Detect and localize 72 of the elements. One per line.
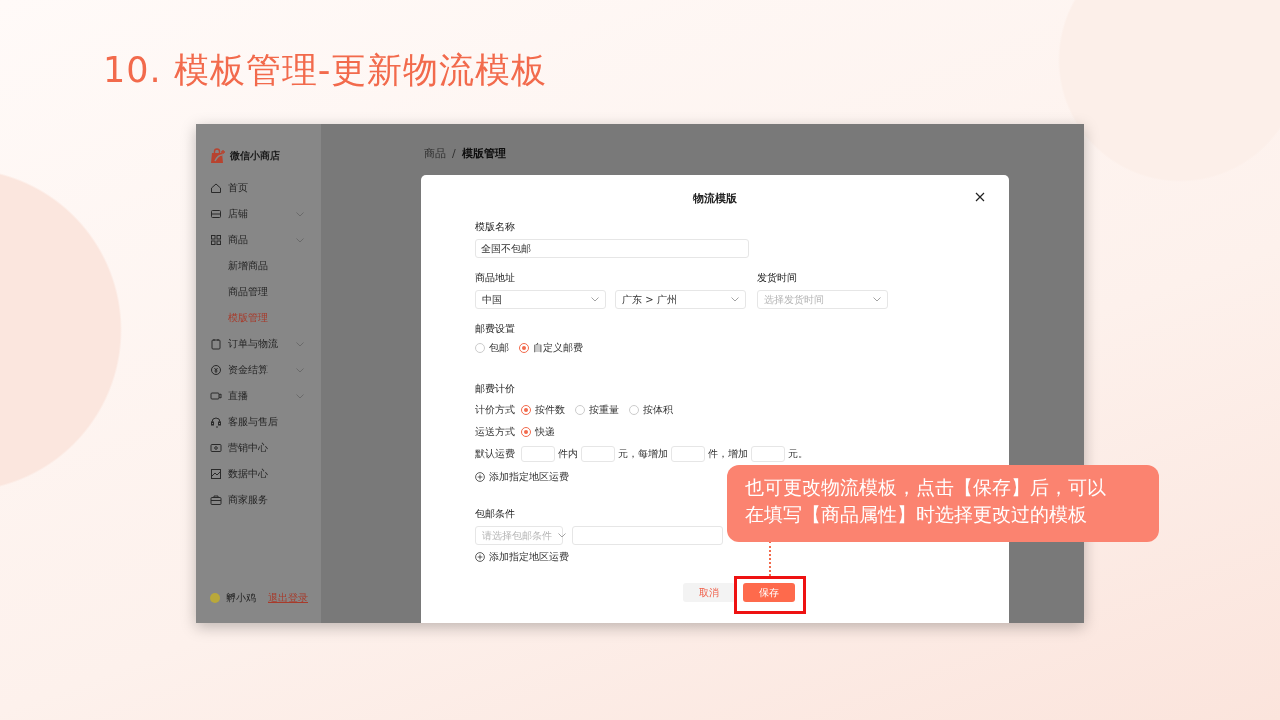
video-camera-icon xyxy=(210,390,222,402)
radio-label: 快递 xyxy=(535,425,555,439)
field-label: 发货时间 xyxy=(757,272,797,284)
nav-item[interactable]: 新增商品 xyxy=(210,253,304,279)
close-button[interactable] xyxy=(975,192,985,202)
add-region-link[interactable]: 添加指定地区运费 xyxy=(475,471,569,483)
breadcrumb-separator: / xyxy=(452,147,456,160)
callout-text: 也可更改物流模板，点击【保存】后，可以在填写【商品属性】时选择更改过的模板 xyxy=(745,475,1107,527)
cancel-button[interactable]: 取消 xyxy=(683,583,735,602)
nav-item[interactable]: 订单与物流 xyxy=(210,331,304,357)
plus-circle-icon xyxy=(475,552,485,562)
brand-name: 微信小商店 xyxy=(230,149,280,163)
field-label: 运送方式 xyxy=(475,425,516,439)
field-label: 计价方式 xyxy=(475,403,516,417)
chevron-down-icon xyxy=(591,297,599,302)
nav-item[interactable]: 资金结算 xyxy=(210,357,304,383)
home-icon xyxy=(210,182,222,194)
radio-label: 按件数 xyxy=(535,403,565,417)
radio-label: 包邮 xyxy=(489,341,509,355)
avatar xyxy=(210,593,220,603)
number-field[interactable] xyxy=(581,446,615,462)
nav-item[interactable]: 客服与售后 xyxy=(210,409,304,435)
radio-label: 按体积 xyxy=(643,403,673,417)
nav-item[interactable]: 首页 xyxy=(210,175,304,201)
clipboard-icon xyxy=(210,338,222,350)
highlight-frame xyxy=(734,576,806,614)
chart-icon xyxy=(210,468,222,480)
chevron-down-icon xyxy=(873,297,881,302)
slide-title: 10. 模板管理-更新物流模板 xyxy=(103,49,549,92)
field-label: 邮费计价 xyxy=(475,383,515,395)
dialog-title: 物流模版 xyxy=(693,191,737,205)
coin-icon xyxy=(210,364,222,376)
briefcase-icon xyxy=(210,494,222,506)
breadcrumb-item: 模版管理 xyxy=(461,146,506,161)
field-label: 邮费设置 xyxy=(475,323,515,335)
ticket-icon xyxy=(210,442,222,454)
nav-item[interactable]: 商品管理 xyxy=(210,279,304,305)
field-label: 包邮条件 xyxy=(475,508,515,520)
breadcrumb-item[interactable]: 商品 xyxy=(424,146,446,161)
plus-circle-icon xyxy=(475,472,485,482)
text-field[interactable] xyxy=(572,526,723,545)
unit-label: 元，每增加 xyxy=(618,447,668,461)
chevron-down-icon xyxy=(731,297,739,302)
shopping-bag-icon xyxy=(210,148,226,164)
field-label: 商品地址 xyxy=(475,272,515,284)
close-icon xyxy=(975,192,985,202)
nav-item[interactable]: 数据中心 xyxy=(210,461,304,487)
user-name: 孵小鸡 xyxy=(226,591,256,605)
radio-label: 自定义邮费 xyxy=(533,341,583,355)
number-field[interactable] xyxy=(521,446,555,462)
nav-item[interactable]: 直播 xyxy=(210,383,304,409)
nav-item[interactable]: 营销中心 xyxy=(210,435,304,461)
radio-label: 按重量 xyxy=(589,403,619,417)
number-field[interactable] xyxy=(671,446,705,462)
text-field[interactable]: 全国不包邮 xyxy=(475,239,749,258)
headset-icon xyxy=(210,416,222,428)
unit-label: 件内 xyxy=(558,447,578,461)
add-region-link[interactable]: 添加指定地区运费 xyxy=(475,551,569,563)
unit-label: 件，增加 xyxy=(708,447,748,461)
field-label: 模版名称 xyxy=(475,221,515,233)
save-button[interactable]: 保存 xyxy=(743,583,795,602)
select-field[interactable]: 广东 > 广州 xyxy=(615,290,746,309)
number-field[interactable] xyxy=(751,446,785,462)
nav-item[interactable]: 商品 xyxy=(210,227,304,253)
unit-label: 元。 xyxy=(788,447,808,461)
grid-icon xyxy=(210,234,222,246)
field-label: 默认运费 xyxy=(475,447,516,461)
nav-item[interactable]: 店铺 xyxy=(210,201,304,227)
store-icon xyxy=(210,208,222,220)
select-field[interactable]: 中国 xyxy=(475,290,606,309)
nav-item[interactable]: 商家服务 xyxy=(210,487,304,513)
chevron-down-icon xyxy=(558,533,566,538)
